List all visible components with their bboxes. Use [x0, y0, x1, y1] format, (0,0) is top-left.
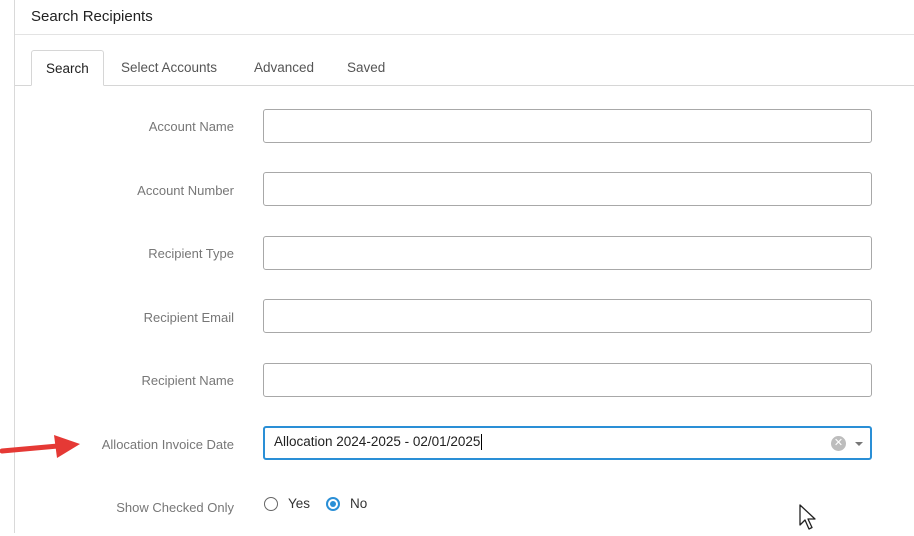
dialog-title: Search Recipients — [31, 8, 153, 25]
recipient-name-label: Recipient Name — [141, 373, 235, 388]
recipient-type-label: Recipient Type — [148, 246, 234, 261]
radio-no-label[interactable]: No — [350, 497, 367, 511]
radio-no[interactable] — [326, 497, 340, 511]
recipient-email-input[interactable] — [263, 299, 872, 333]
recipient-email-label: Recipient Email — [143, 310, 234, 325]
red-arrow-icon — [0, 432, 82, 465]
allocation-invoice-date-select[interactable]: Allocation 2024-2025 - 02/01/2025 ✕ — [263, 426, 872, 460]
radio-yes[interactable] — [264, 497, 278, 511]
account-number-input[interactable] — [263, 172, 872, 206]
account-name-input[interactable] — [263, 109, 872, 143]
title-divider — [15, 34, 914, 35]
clear-icon[interactable]: ✕ — [831, 436, 846, 451]
recipient-name-input[interactable] — [263, 363, 872, 397]
text-caret — [481, 434, 483, 451]
tab-advanced[interactable]: Advanced — [240, 50, 328, 86]
tab-select-accounts[interactable]: Select Accounts — [107, 50, 231, 86]
account-number-label: Account Number — [137, 183, 234, 198]
radio-yes-label[interactable]: Yes — [288, 497, 310, 511]
tab-saved[interactable]: Saved — [333, 50, 399, 86]
mouse-pointer-icon — [798, 503, 818, 536]
show-checked-only-label: Show Checked Only — [116, 500, 234, 515]
tabs-divider — [15, 85, 914, 86]
allocation-invoice-date-value: Allocation 2024-2025 - 02/01/2025 — [274, 434, 483, 451]
account-name-label: Account Name — [148, 119, 234, 134]
recipient-type-input[interactable] — [263, 236, 872, 270]
tab-search[interactable]: Search — [31, 50, 104, 86]
chevron-down-icon[interactable] — [855, 442, 863, 446]
